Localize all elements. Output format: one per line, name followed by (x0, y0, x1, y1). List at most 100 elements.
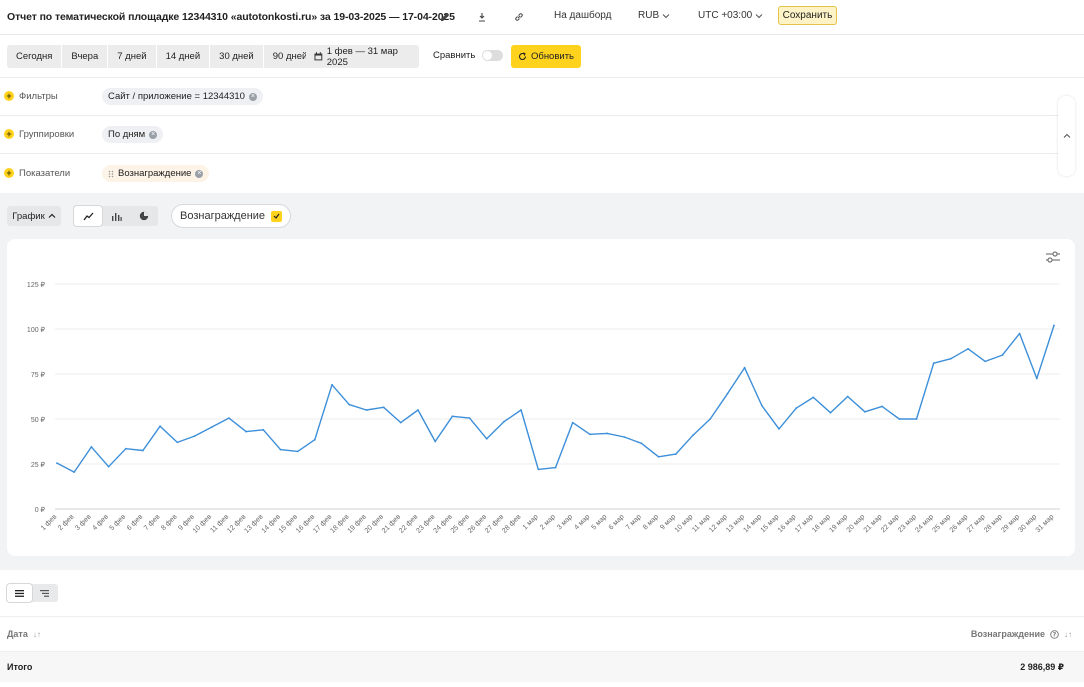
data-point[interactable] (485, 437, 488, 440)
currency-select[interactable]: RUB (638, 10, 670, 21)
refresh-button[interactable]: Обновить (511, 45, 581, 68)
data-point[interactable] (984, 360, 987, 363)
data-point[interactable] (365, 409, 368, 411)
data-point[interactable] (1053, 324, 1055, 327)
data-point[interactable] (56, 462, 58, 464)
filter-chip[interactable]: Сайт / приложение = 12344310 × (102, 88, 263, 105)
period-7d-button[interactable]: 7 дней (108, 45, 157, 68)
period-today-button[interactable]: Сегодня (7, 45, 63, 68)
data-point[interactable] (623, 436, 626, 438)
pie-chart-view-button[interactable] (130, 206, 158, 226)
remove-grouping-icon[interactable]: × (149, 130, 158, 139)
data-point[interactable] (262, 428, 265, 431)
data-point[interactable] (709, 418, 712, 420)
bar-chart-view-button[interactable] (102, 206, 130, 226)
tree-table-view-button[interactable] (32, 584, 57, 602)
data-point[interactable] (554, 466, 557, 469)
date-column-header[interactable]: Дата ↓↑ (7, 629, 41, 639)
data-point[interactable] (176, 441, 179, 444)
data-point[interactable] (640, 442, 643, 445)
chart-type-dropdown[interactable]: График (7, 206, 61, 226)
add-grouping-icon[interactable]: + (4, 129, 14, 139)
series-line[interactable] (56, 325, 1055, 473)
add-metric-icon[interactable]: + (4, 168, 14, 178)
data-point[interactable] (227, 417, 230, 419)
data-point[interactable] (193, 435, 196, 437)
checkbox-checked-icon[interactable] (271, 210, 283, 222)
data-point[interactable] (967, 347, 969, 350)
data-point[interactable] (313, 438, 316, 441)
timezone-select[interactable]: UTC +03:00 (698, 10, 763, 21)
data-point[interactable] (520, 409, 523, 411)
data-point[interactable] (451, 415, 454, 418)
data-point[interactable] (468, 417, 471, 419)
compare-toggle[interactable] (482, 50, 504, 61)
dashboard-link[interactable]: На дашборд (554, 10, 611, 21)
remove-metric-icon[interactable]: × (195, 169, 204, 178)
reward-column-header[interactable]: Вознаграждение ? ↓↑ (971, 629, 1072, 639)
data-point[interactable] (932, 362, 935, 365)
add-filter-icon[interactable]: + (4, 91, 14, 101)
data-point[interactable] (399, 421, 402, 424)
flat-table-view-button[interactable] (7, 584, 32, 602)
data-point[interactable] (1001, 354, 1004, 356)
data-point[interactable] (949, 357, 952, 360)
data-point[interactable] (90, 446, 93, 448)
sort-icon[interactable]: ↓↑ (33, 630, 41, 639)
line-chart-view-button[interactable] (74, 206, 102, 226)
period-30d-button[interactable]: 30 дней (210, 45, 264, 68)
data-point[interactable] (571, 421, 574, 424)
save-button[interactable]: Сохранить (778, 6, 837, 25)
data-point[interactable] (812, 396, 815, 399)
metrics-label[interactable]: Показатели (19, 168, 70, 179)
data-point[interactable] (881, 405, 884, 408)
data-point[interactable] (296, 450, 299, 453)
data-point[interactable] (846, 395, 849, 398)
data-point[interactable] (434, 440, 437, 443)
series-toggle[interactable]: Вознаграждение (171, 204, 292, 228)
data-point[interactable] (674, 453, 677, 455)
data-point[interactable] (348, 403, 351, 406)
data-point[interactable] (417, 409, 419, 411)
data-point[interactable] (124, 447, 127, 450)
data-point[interactable] (657, 455, 660, 458)
data-point[interactable] (142, 449, 144, 452)
link-icon[interactable] (512, 10, 526, 24)
data-point[interactable] (692, 434, 694, 437)
edit-title-icon[interactable] (438, 10, 452, 24)
data-point[interactable] (1018, 332, 1021, 335)
remove-filter-icon[interactable]: × (248, 92, 257, 101)
data-point[interactable] (606, 432, 608, 435)
data-point[interactable] (726, 392, 729, 395)
data-point[interactable] (73, 471, 76, 473)
data-point[interactable] (1035, 377, 1038, 380)
download-icon[interactable] (475, 10, 489, 24)
data-point[interactable] (829, 411, 832, 414)
data-point[interactable] (588, 433, 591, 436)
data-point[interactable] (795, 407, 798, 410)
data-point[interactable] (279, 448, 282, 451)
date-range-picker[interactable]: 1 фев — 31 мар 2025 (306, 45, 419, 68)
data-point[interactable] (898, 418, 901, 420)
data-point[interactable] (760, 404, 763, 407)
data-point[interactable] (864, 410, 866, 413)
filters-label[interactable]: Фильтры (19, 91, 58, 102)
groupings-label[interactable]: Группировки (19, 129, 74, 140)
metric-chip[interactable]: Вознаграждение × (102, 165, 210, 182)
data-point[interactable] (382, 406, 385, 409)
data-point[interactable] (107, 465, 110, 468)
data-point[interactable] (159, 425, 162, 428)
period-yesterday-button[interactable]: Вчера (62, 45, 109, 68)
grouping-chip[interactable]: По дням × (102, 126, 164, 143)
data-point[interactable] (537, 468, 540, 471)
help-icon[interactable]: ? (1050, 629, 1059, 639)
data-point[interactable] (331, 383, 333, 386)
data-point[interactable] (210, 426, 213, 428)
period-14d-button[interactable]: 14 дней (157, 45, 211, 68)
chart-settings-icon[interactable] (1045, 250, 1061, 267)
data-point[interactable] (743, 366, 746, 369)
data-point[interactable] (778, 428, 780, 430)
drag-handle-icon[interactable] (108, 170, 114, 178)
data-point[interactable] (503, 420, 505, 423)
sort-icon[interactable]: ↓↑ (1064, 630, 1072, 639)
